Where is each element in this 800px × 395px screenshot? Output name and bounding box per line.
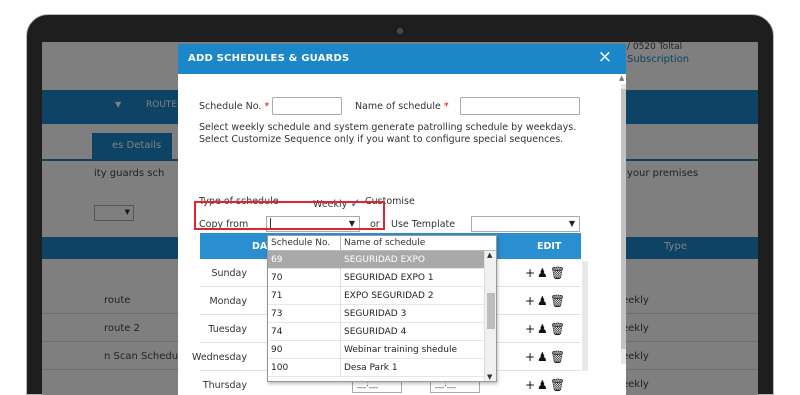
modal-title: ADD SCHEDULES & GUARDS <box>188 53 350 64</box>
dropdown-item[interactable]: 73 SEGURIDAD 3 <box>268 305 484 323</box>
column-divider <box>340 323 341 341</box>
arrow-up-icon[interactable]: ▲ <box>487 251 492 259</box>
arrow-up-icon[interactable]: ▲ <box>619 74 624 82</box>
item-name: SEGURIDAD EXPO <box>344 255 425 265</box>
edit-header: EDIT <box>537 241 562 252</box>
copy-from-highlight <box>194 201 385 230</box>
arrow-down-icon[interactable]: ▼ <box>487 373 492 381</box>
dropdown-item[interactable]: 100 Desa Park 1 <box>268 359 484 377</box>
modal-scroll-thumb[interactable] <box>621 89 626 349</box>
copy-from-dropdown: Schedule No. Name of schedule 69 SEGURIDA… <box>267 235 497 382</box>
dropdown-scrollbar[interactable]: ▲ ▼ <box>484 251 496 381</box>
day-cell: Monday <box>209 296 247 307</box>
item-no: 70 <box>271 273 283 283</box>
column-divider <box>340 269 341 287</box>
dropdown-item[interactable]: 69 SEGURIDAD EXPO <box>268 251 484 269</box>
item-name: SEGURIDAD EXPO 1 <box>344 273 434 283</box>
schedule-name-label: Name of schedule * <box>355 101 449 112</box>
row-actions[interactable]: +♟🗑 <box>525 322 567 336</box>
dropdown-header: Schedule No. Name of schedule <box>268 236 496 251</box>
day-cell: Wednesday <box>191 352 247 363</box>
close-icon[interactable]: × <box>598 47 612 67</box>
item-no: 74 <box>271 327 283 337</box>
item-name: SEGURIDAD 4 <box>344 327 407 337</box>
modal-body: Schedule No. * Name of schedule * Select… <box>178 74 626 395</box>
day-cell: Sunday <box>211 268 247 279</box>
schedule-no-label: Schedule No. * <box>199 101 270 112</box>
row-actions[interactable]: +♟🗑 <box>525 350 567 364</box>
dropdown-item[interactable]: 74 SEGURIDAD 4 <box>268 323 484 341</box>
dropdown-item[interactable]: 90 Webinar training shedule <box>268 341 484 359</box>
dropdown-list: 69 SEGURIDAD EXPO 70 SEGURIDAD EXPO 1 71 EX… <box>268 251 484 381</box>
item-name: Webinar training shedule <box>344 345 458 355</box>
table-scrollbar[interactable] <box>582 261 588 371</box>
use-template-label: Use Template <box>391 219 456 230</box>
screen: / 0520 Toltal Subscription ▼ ROUTES es D… <box>42 42 758 395</box>
schedule-description: Select weekly schedule and system genera… <box>199 122 577 145</box>
schedule-name-input[interactable] <box>460 97 580 115</box>
row-actions[interactable]: +♟🗑 <box>525 378 567 392</box>
column-divider <box>340 359 341 377</box>
item-no: 100 <box>271 363 289 373</box>
item-name: Desa Park 1 <box>344 363 398 373</box>
column-divider <box>340 251 341 269</box>
dropdown-item[interactable]: 71 EXPO SEGURIDAD 2 <box>268 287 484 305</box>
item-no: 69 <box>271 255 283 265</box>
camera-icon <box>397 28 403 34</box>
item-no: 71 <box>271 291 283 301</box>
chevron-down-icon: ▼ <box>568 219 575 228</box>
modal-header: ADD SCHEDULES & GUARDS × <box>178 44 626 74</box>
item-no: 90 <box>271 345 283 355</box>
column-divider <box>340 236 341 251</box>
item-no: 73 <box>271 309 283 319</box>
dropdown-col-name: Name of schedule <box>344 238 426 248</box>
item-name: SEGURIDAD 3 <box>344 309 407 319</box>
column-divider <box>340 341 341 359</box>
dropdown-scroll-thumb[interactable] <box>487 293 495 329</box>
dropdown-item[interactable]: 70 SEGURIDAD EXPO 1 <box>268 269 484 287</box>
use-template-select[interactable]: ▼ <box>471 216 580 232</box>
column-divider <box>340 287 341 305</box>
day-cell: Thursday <box>202 380 247 391</box>
add-schedules-modal: ADD SCHEDULES & GUARDS × Schedule No. * … <box>178 44 626 395</box>
item-name: EXPO SEGURIDAD 2 <box>344 291 434 301</box>
row-actions[interactable]: +♟🗑 <box>525 266 567 280</box>
dropdown-col-schedule-no: Schedule No. <box>271 238 331 248</box>
row-actions[interactable]: +♟🗑 <box>525 294 567 308</box>
column-divider <box>340 305 341 323</box>
day-cell: Tuesday <box>208 324 247 335</box>
schedule-no-input[interactable] <box>272 97 342 115</box>
